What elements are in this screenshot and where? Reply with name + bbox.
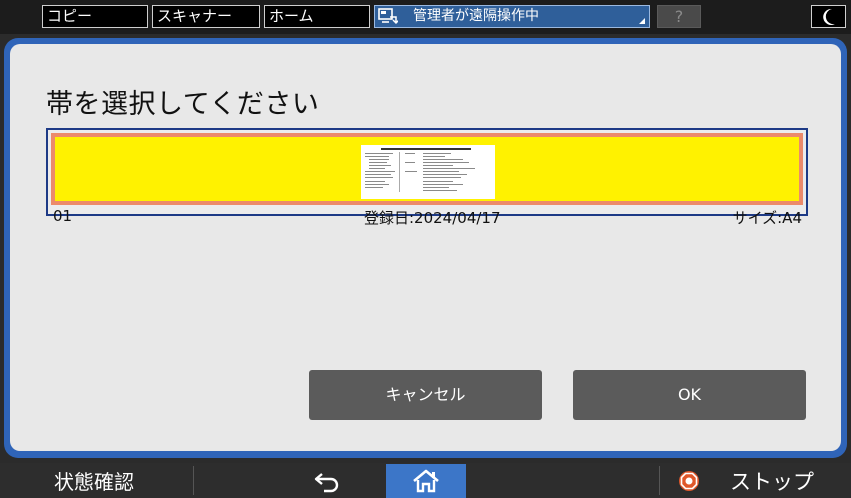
top-bar: コピー スキャナー ホーム 管理者が遠隔操作中 ? bbox=[0, 0, 851, 34]
stop-button[interactable]: ストップ bbox=[730, 466, 814, 496]
dialog-title: 帯を選択してください bbox=[46, 89, 320, 120]
remote-operation-indicator[interactable]: 管理者が遠隔操作中 bbox=[374, 5, 650, 28]
expand-corner-icon bbox=[639, 18, 645, 24]
home-button[interactable] bbox=[386, 464, 466, 498]
remote-status-label: 管理者が遠隔操作中 bbox=[413, 8, 539, 24]
band-preview bbox=[51, 133, 803, 205]
band-registered-date: 登録日:2024/04/17 bbox=[364, 209, 501, 227]
moon-icon bbox=[823, 8, 835, 25]
home-icon bbox=[413, 469, 439, 493]
band-list-item[interactable]: 01 登録日:2024/04/17 サイズ:A4 bbox=[46, 128, 808, 227]
tab-scanner[interactable]: スキャナー bbox=[152, 5, 260, 28]
ok-button[interactable]: OK bbox=[573, 370, 806, 420]
night-mode-button[interactable] bbox=[811, 5, 846, 28]
band-paper-size: サイズ:A4 bbox=[732, 209, 802, 227]
bottom-divider bbox=[193, 466, 194, 495]
tab-home[interactable]: ホーム bbox=[264, 5, 370, 28]
back-arrow-icon[interactable] bbox=[312, 469, 344, 493]
band-item-meta: 01 登録日:2024/04/17 サイズ:A4 bbox=[50, 207, 802, 227]
remote-monitor-icon bbox=[378, 8, 398, 25]
tab-copy[interactable]: コピー bbox=[42, 5, 148, 28]
stop-icon[interactable] bbox=[678, 470, 700, 492]
bottom-bar: 状態確認 ストップ bbox=[0, 463, 851, 498]
status-check-button[interactable]: 状態確認 bbox=[54, 466, 134, 495]
dialog-body: 帯を選択してください 01 登録日:2024/04/17 サイズ:A4 キャンセ… bbox=[10, 44, 841, 451]
cancel-button[interactable]: キャンセル bbox=[309, 370, 542, 420]
help-button[interactable]: ? bbox=[657, 5, 701, 28]
band-select-dialog: 帯を選択してください 01 登録日:2024/04/17 サイズ:A4 キャンセ… bbox=[4, 38, 847, 458]
document-thumbnail bbox=[361, 145, 495, 199]
band-number: 01 bbox=[53, 207, 73, 225]
bottom-divider bbox=[659, 466, 660, 495]
